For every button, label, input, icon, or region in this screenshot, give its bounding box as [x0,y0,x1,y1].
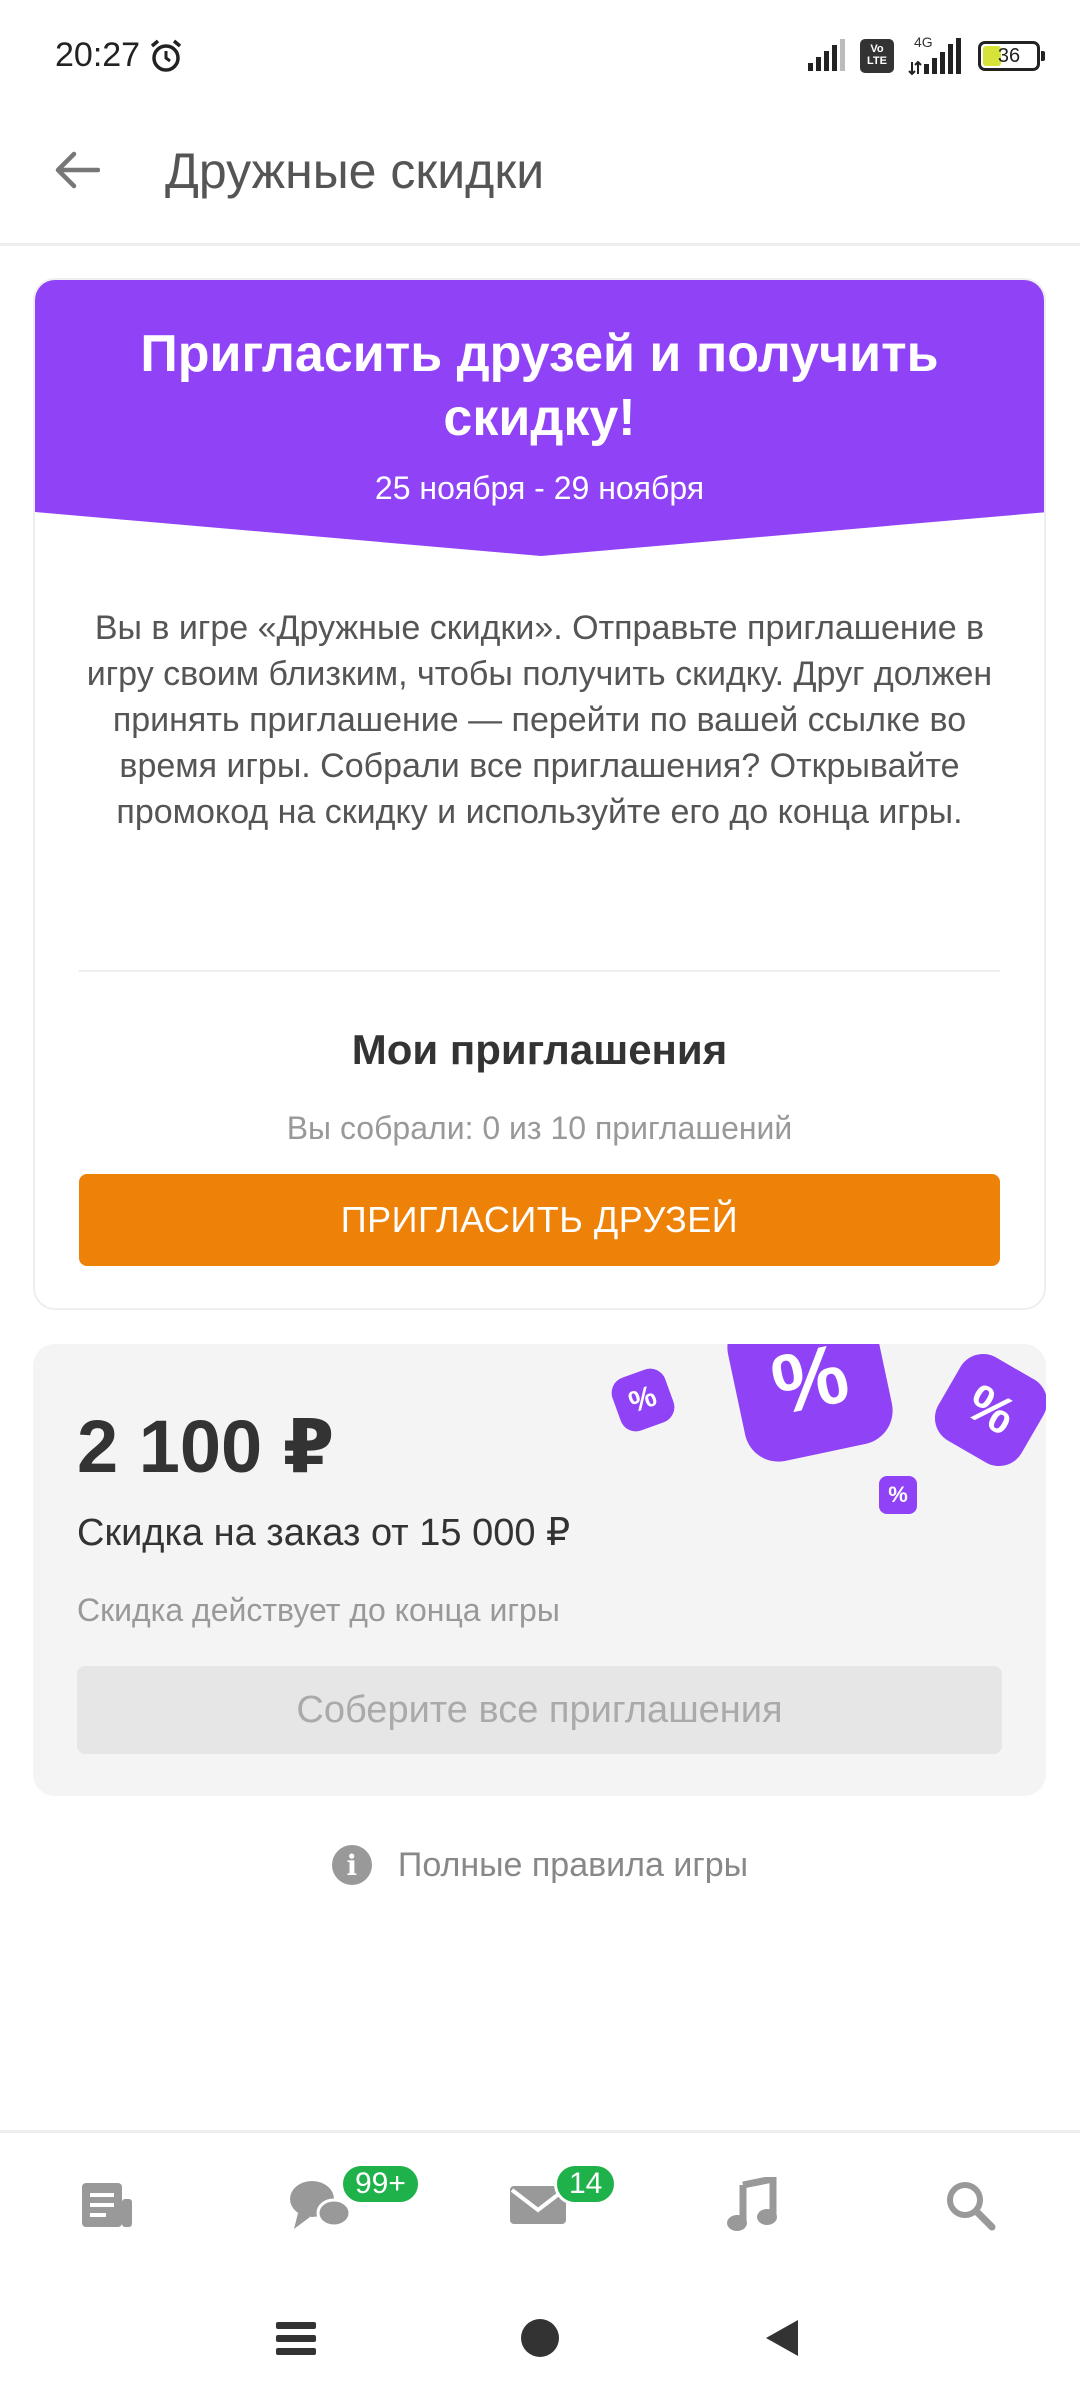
status-bar: 20:27 Vo LTE 4G 36 [0,0,1080,110]
system-nav [0,2272,1080,2400]
alarm-icon [150,39,182,72]
discount-condition: Скидка на заказ от 15 000 ₽ [77,1512,571,1554]
percent-badge-icon: % [607,1364,679,1436]
percent-badge-icon: % [721,1344,899,1468]
invitations-count: Вы собрали: 0 из 10 приглашений [286,1110,793,1146]
status-time: 20:27 [55,36,141,74]
signal-4g-icon: 4G [908,34,964,76]
messages-badge: 14 [554,2163,618,2205]
info-icon: i [331,1845,372,1885]
triangle-back-icon [766,2320,798,2356]
home-button[interactable] [510,2308,570,2368]
nav-feed[interactable] [76,2173,140,2237]
invite-friends-button[interactable]: ПРИГЛАСИТЬ ДРУЗЕЙ [79,1174,1000,1266]
volte-icon: Vo LTE [860,39,894,73]
home-circle-icon [521,2319,559,2357]
battery-icon: 36 [978,41,1045,71]
promo-headline: Пригласить друзей и получить скидку! [140,325,939,447]
bottom-nav: 99+ 14 [0,2130,1080,2272]
signal-icon [808,39,845,71]
rules-link-text: Полные правила игры [397,1845,749,1884]
discussions-badge: 99+ [340,2163,421,2205]
music-icon [727,2177,777,2231]
discount-card: % % % % 2 100 ₽ Скидка на заказ от 15 00… [33,1344,1046,1796]
back-arrow-icon [55,151,100,189]
promo-description: Вы в игре «Дружные скидки». Отправьте пр… [86,609,993,831]
nav-search[interactable] [938,2173,1002,2237]
promo-card: Пригласить друзей и получить скидку! 25 … [33,278,1046,1310]
promo-dates: 25 ноября - 29 ноября [374,470,705,506]
promo-banner: Пригласить друзей и получить скидку! 25 … [35,280,1044,556]
percent-badge-icon: % [925,1344,1046,1476]
feed-icon [82,2183,132,2227]
collect-invitations-button[interactable]: Соберите все приглашения [77,1666,1002,1754]
recents-button[interactable] [266,2308,326,2368]
discount-amount: 2 100 ₽ [77,1405,335,1488]
rules-link[interactable]: i Полные правила игры [0,1845,1080,1885]
back-button[interactable] [44,138,108,202]
invitations-title: Мои приглашения [351,1026,728,1073]
discount-validity: Скидка действует до конца игры [77,1592,560,1628]
search-icon [947,2182,996,2231]
system-back-button[interactable] [752,2308,812,2368]
page-title: Дружные скидки [165,143,545,199]
menu-icon [276,2322,316,2355]
percent-badge-icon: % [879,1476,917,1514]
divider [79,970,1000,972]
nav-music[interactable] [720,2173,784,2237]
app-header: Дружные скидки [0,110,1080,246]
